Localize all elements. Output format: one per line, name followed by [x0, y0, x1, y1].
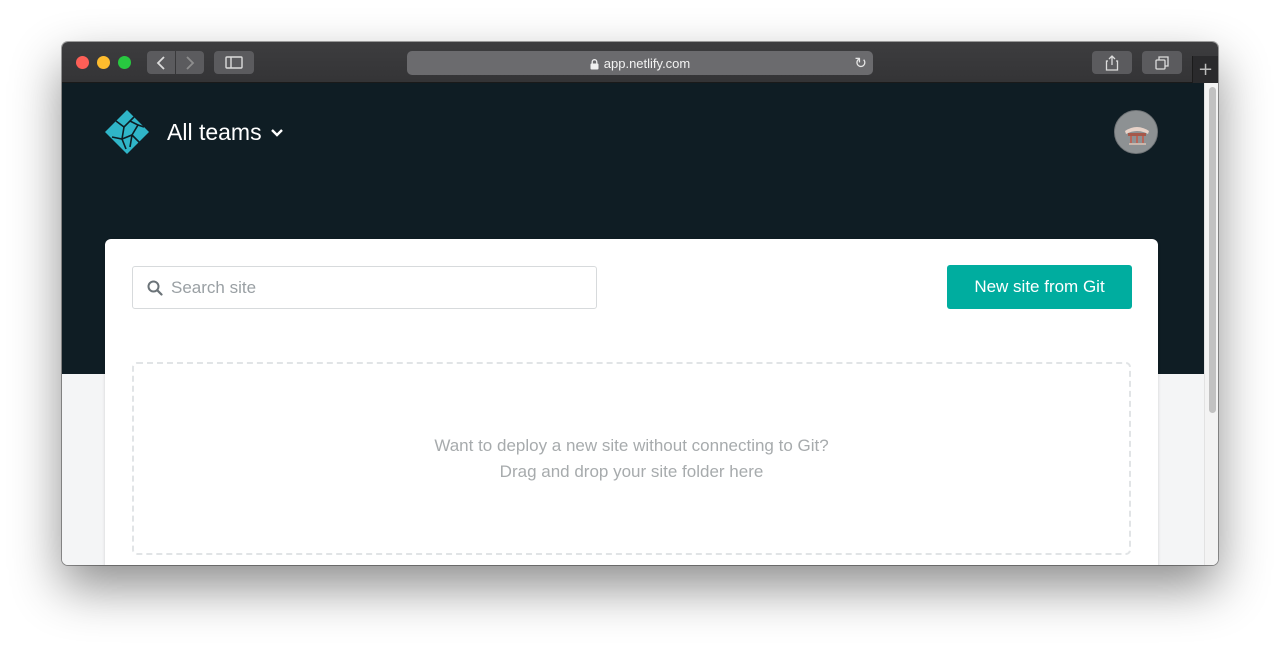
- address-text: app.netlify.com: [603, 55, 691, 71]
- dropzone-line-2: Drag and drop your site folder here: [499, 461, 764, 481]
- back-button[interactable]: [147, 51, 175, 74]
- back-icon: [156, 55, 165, 70]
- page-viewport: All teams New site from Git: [62, 83, 1218, 565]
- scrollbar-thumb[interactable]: [1209, 87, 1216, 413]
- search-input[interactable]: [171, 277, 571, 298]
- search-field[interactable]: [132, 266, 597, 309]
- sidebar-icon: [225, 56, 243, 69]
- site-dropzone[interactable]: Want to deploy a new site without connec…: [132, 362, 1131, 555]
- tab-overview-button[interactable]: [1142, 51, 1182, 74]
- forward-icon: [186, 55, 195, 70]
- team-switcher-label: All teams: [167, 119, 262, 145]
- share-icon: [1105, 54, 1119, 71]
- reload-icon[interactable]: ↻: [854, 54, 867, 72]
- plus-icon: +: [1197, 59, 1214, 80]
- avatar-image: [1115, 111, 1157, 153]
- chevron-down-icon: [270, 128, 283, 137]
- dropzone-line-1: Want to deploy a new site without connec…: [434, 435, 829, 455]
- sites-card: New site from Git Want to deploy a new s…: [105, 239, 1158, 565]
- new-tab-button[interactable]: +: [1192, 56, 1218, 83]
- address-bar[interactable]: app.netlify.com ↻: [407, 51, 873, 75]
- sidebar-toggle-button[interactable]: [214, 51, 254, 74]
- zoom-window-button[interactable]: [118, 56, 131, 69]
- close-window-button[interactable]: [76, 56, 89, 69]
- share-button[interactable]: [1092, 51, 1132, 74]
- lock-icon: [590, 58, 599, 69]
- browser-toolbar: app.netlify.com ↻ +: [62, 42, 1218, 83]
- new-site-button-label: New site from Git: [974, 277, 1105, 296]
- tabs-icon: [1155, 55, 1169, 70]
- avatar[interactable]: [1114, 110, 1158, 154]
- netlify-logo-icon[interactable]: [104, 109, 150, 155]
- minimize-window-button[interactable]: [97, 56, 110, 69]
- browser-window: app.netlify.com ↻ + All teams Search sit…: [62, 42, 1218, 565]
- forward-button[interactable]: [176, 51, 204, 74]
- search-icon: [147, 280, 163, 296]
- team-switcher[interactable]: All teams: [167, 119, 284, 146]
- page-scrollbar[interactable]: [1204, 83, 1218, 565]
- new-site-from-git-button[interactable]: New site from Git: [947, 265, 1132, 309]
